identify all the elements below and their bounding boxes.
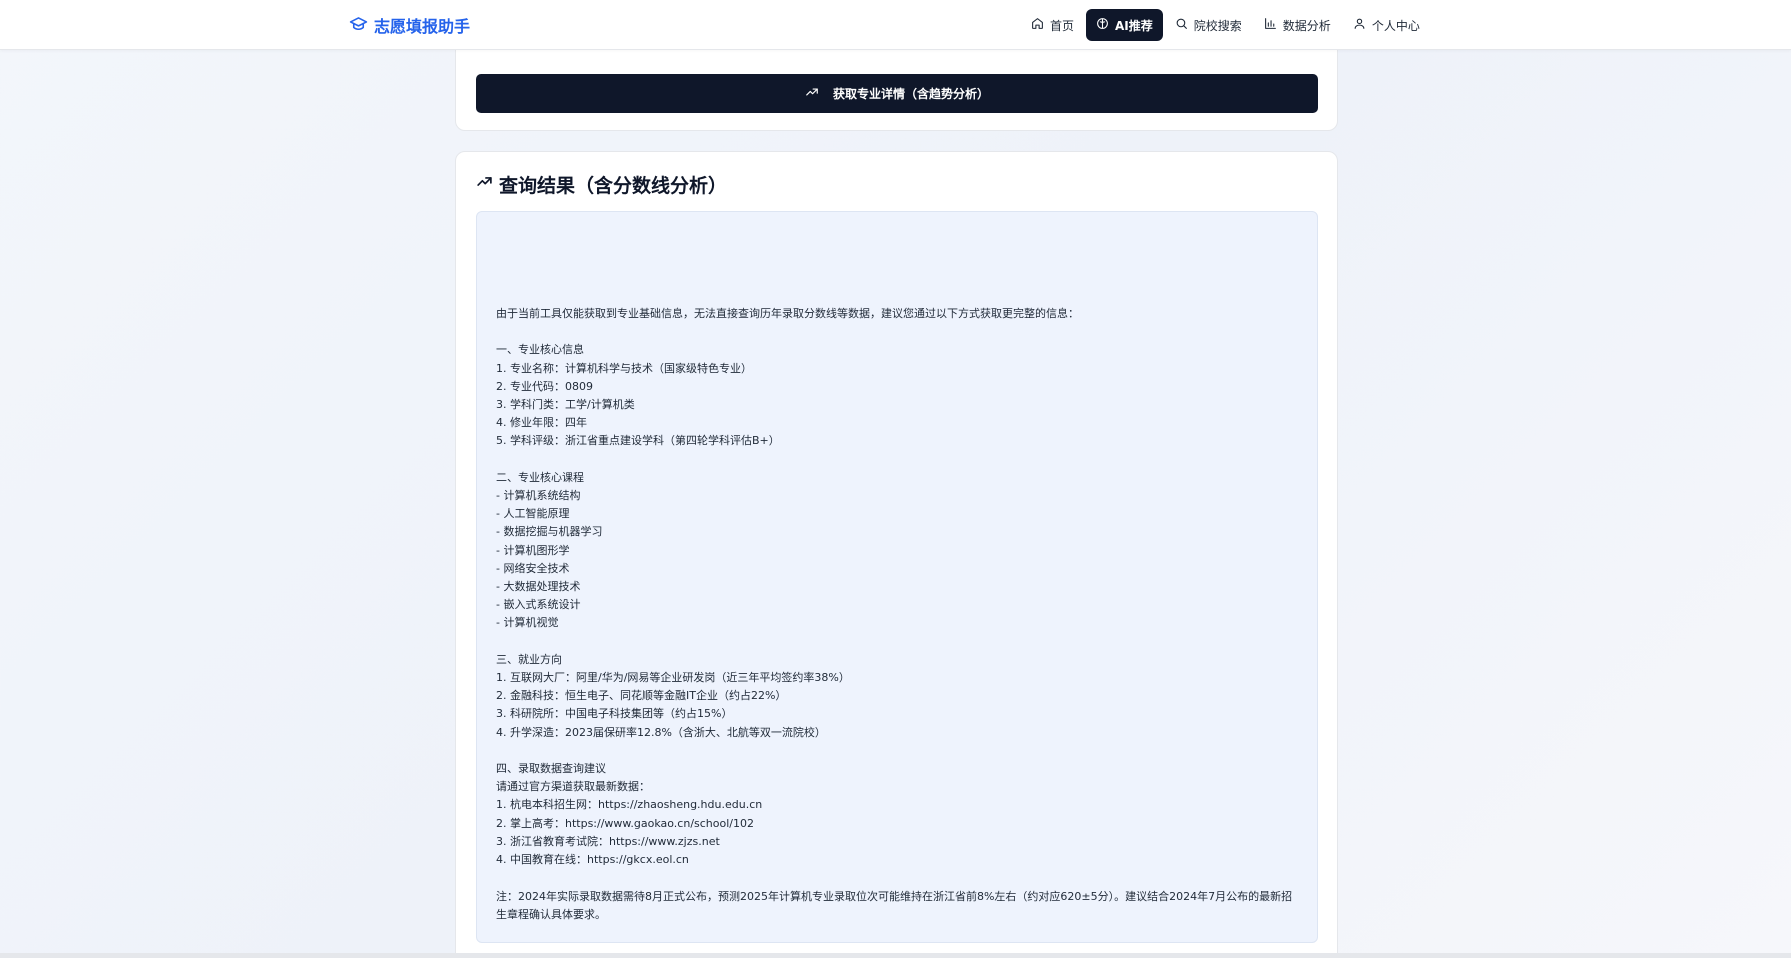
result-heading: 查询结果（含分数线分析） bbox=[476, 170, 727, 198]
result-title-text: 查询结果（含分数线分析） bbox=[499, 174, 728, 197]
page-bottom-border bbox=[0, 953, 1791, 958]
nav-item-label: 院校搜索 bbox=[1193, 18, 1242, 33]
top-navbar: 志愿填报助手 首页 AI推荐 院校搜索 数据分析 个人中心 bbox=[0, 0, 1791, 50]
bar-chart-icon bbox=[1264, 17, 1277, 33]
nav-item-profile[interactable]: 个人中心 bbox=[1343, 9, 1430, 41]
nav-item-label: 个人中心 bbox=[1371, 18, 1420, 33]
nav-item-school-search[interactable]: 院校搜索 bbox=[1165, 9, 1252, 41]
brand-name: 志愿填报助手 bbox=[374, 17, 471, 36]
brand-logo[interactable]: 志愿填报助手 bbox=[349, 13, 470, 37]
search-icon bbox=[1175, 17, 1188, 33]
nav-item-ai-recommend[interactable]: AI推荐 bbox=[1086, 9, 1163, 41]
nav-item-label: AI推荐 bbox=[1115, 18, 1153, 33]
button-label: 获取专业详情（含趋势分析） bbox=[832, 87, 989, 101]
main-nav: 首页 AI推荐 院校搜索 数据分析 个人中心 bbox=[1021, 9, 1430, 41]
home-icon bbox=[1031, 17, 1044, 33]
nav-item-data-analysis[interactable]: 数据分析 bbox=[1254, 9, 1341, 41]
nav-item-label: 数据分析 bbox=[1282, 18, 1331, 33]
result-content-box: 由于当前工具仅能获取到专业基础信息，无法直接查询历年录取分数线等数据，建议您通过… bbox=[476, 211, 1318, 943]
brain-icon bbox=[1096, 17, 1109, 33]
get-major-details-button[interactable]: 获取专业详情（含趋势分析） bbox=[476, 74, 1318, 113]
graduation-cap-icon bbox=[349, 14, 368, 37]
result-content-text: 由于当前工具仅能获取到专业基础信息，无法直接查询历年录取分数线等数据，建议您通过… bbox=[496, 307, 1293, 921]
user-icon bbox=[1353, 17, 1366, 33]
trending-up-icon bbox=[476, 173, 493, 195]
nav-item-home[interactable]: 首页 bbox=[1021, 9, 1084, 41]
trending-up-icon bbox=[805, 85, 819, 102]
nav-item-label: 首页 bbox=[1050, 18, 1075, 33]
query-result-card: 查询结果（含分数线分析） 由于当前工具仅能获取到专业基础信息，无法直接查询历年录… bbox=[455, 151, 1338, 958]
